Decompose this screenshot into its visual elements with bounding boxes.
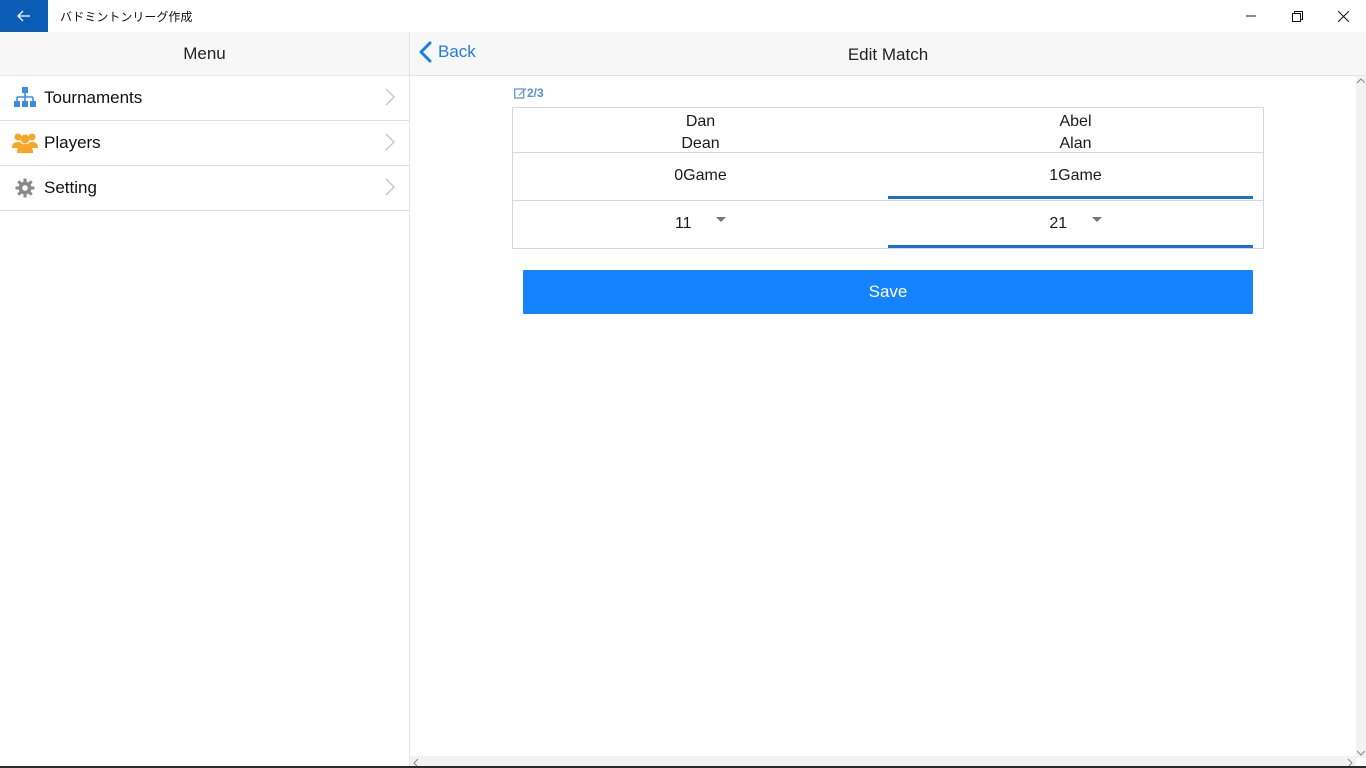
vertical-scrollbar[interactable]	[1356, 76, 1366, 758]
caret-down-icon	[716, 216, 727, 222]
sitemap-icon	[12, 86, 38, 110]
scroll-up-icon	[1357, 78, 1365, 84]
users-icon	[12, 131, 38, 155]
team-left: Dan Dean	[513, 108, 888, 152]
caret-down-icon	[1091, 216, 1102, 222]
chevron-right-icon	[385, 88, 395, 106]
close-button[interactable]	[1320, 0, 1366, 32]
menu-pane: Menu Tournaments Players Setting	[0, 32, 410, 768]
player-name: Dan	[685, 113, 716, 130]
games-count: 0Game	[674, 167, 727, 184]
menu-item-label: Players	[44, 133, 101, 152]
score-select-right[interactable]: 21	[888, 201, 1263, 249]
save-button[interactable]: Save	[523, 270, 1253, 314]
minimize-button[interactable]	[1228, 0, 1274, 32]
games-count: 1Game	[1049, 167, 1102, 184]
minimize-icon	[1246, 15, 1256, 17]
player-name: Alan	[1059, 135, 1092, 152]
menu-item-players[interactable]: Players	[0, 121, 409, 166]
page-title: Edit Match	[847, 45, 929, 64]
arrow-left-icon	[17, 10, 30, 22]
games-left: 0Game	[513, 153, 888, 200]
selected-underline	[888, 245, 1253, 248]
match-number-text: 2/3	[527, 86, 544, 100]
menu-header: Menu	[0, 32, 409, 76]
edit-icon	[514, 88, 527, 99]
nav-bar: Back Edit Match	[410, 32, 1366, 76]
menu-item-setting[interactable]: Setting	[0, 166, 409, 211]
team-right: Abel Alan	[888, 108, 1263, 152]
score-select-left[interactable]: 11	[513, 201, 888, 249]
scroll-down-icon	[1357, 750, 1365, 756]
player-name: Dean	[681, 135, 720, 152]
menu-item-label: Tournaments	[44, 88, 143, 107]
player-name: Abel	[1059, 113, 1092, 130]
teams-row: Dan Dean Abel Alan	[513, 108, 1263, 153]
gear-icon	[12, 176, 38, 200]
chevron-right-icon	[385, 178, 395, 196]
games-row: 0Game 1Game	[513, 153, 1263, 201]
match-card: Dan Dean Abel Alan 0Game 1Game 11 21	[512, 107, 1264, 249]
score-value: 21	[1049, 215, 1068, 232]
menu-item-tournaments[interactable]: Tournaments	[0, 76, 409, 121]
content-pane: Back Edit Match 2/3 Dan Dean Abel Alan 0…	[410, 32, 1366, 768]
scores-row: 11 21	[513, 201, 1263, 249]
menu-item-label: Setting	[44, 178, 97, 197]
window-titlebar: バドミントンリーグ作成	[0, 0, 1366, 32]
score-value: 11	[674, 215, 692, 232]
window-back-button[interactable]	[0, 0, 48, 32]
close-icon	[1337, 10, 1349, 22]
window-title: バドミントンリーグ作成	[60, 10, 193, 24]
restore-button[interactable]	[1274, 0, 1320, 32]
restore-icon	[1291, 10, 1303, 22]
chevron-right-icon	[385, 133, 395, 151]
match-number: 2/3	[514, 86, 544, 100]
games-right: 1Game	[888, 153, 1263, 200]
selected-underline	[888, 196, 1253, 199]
